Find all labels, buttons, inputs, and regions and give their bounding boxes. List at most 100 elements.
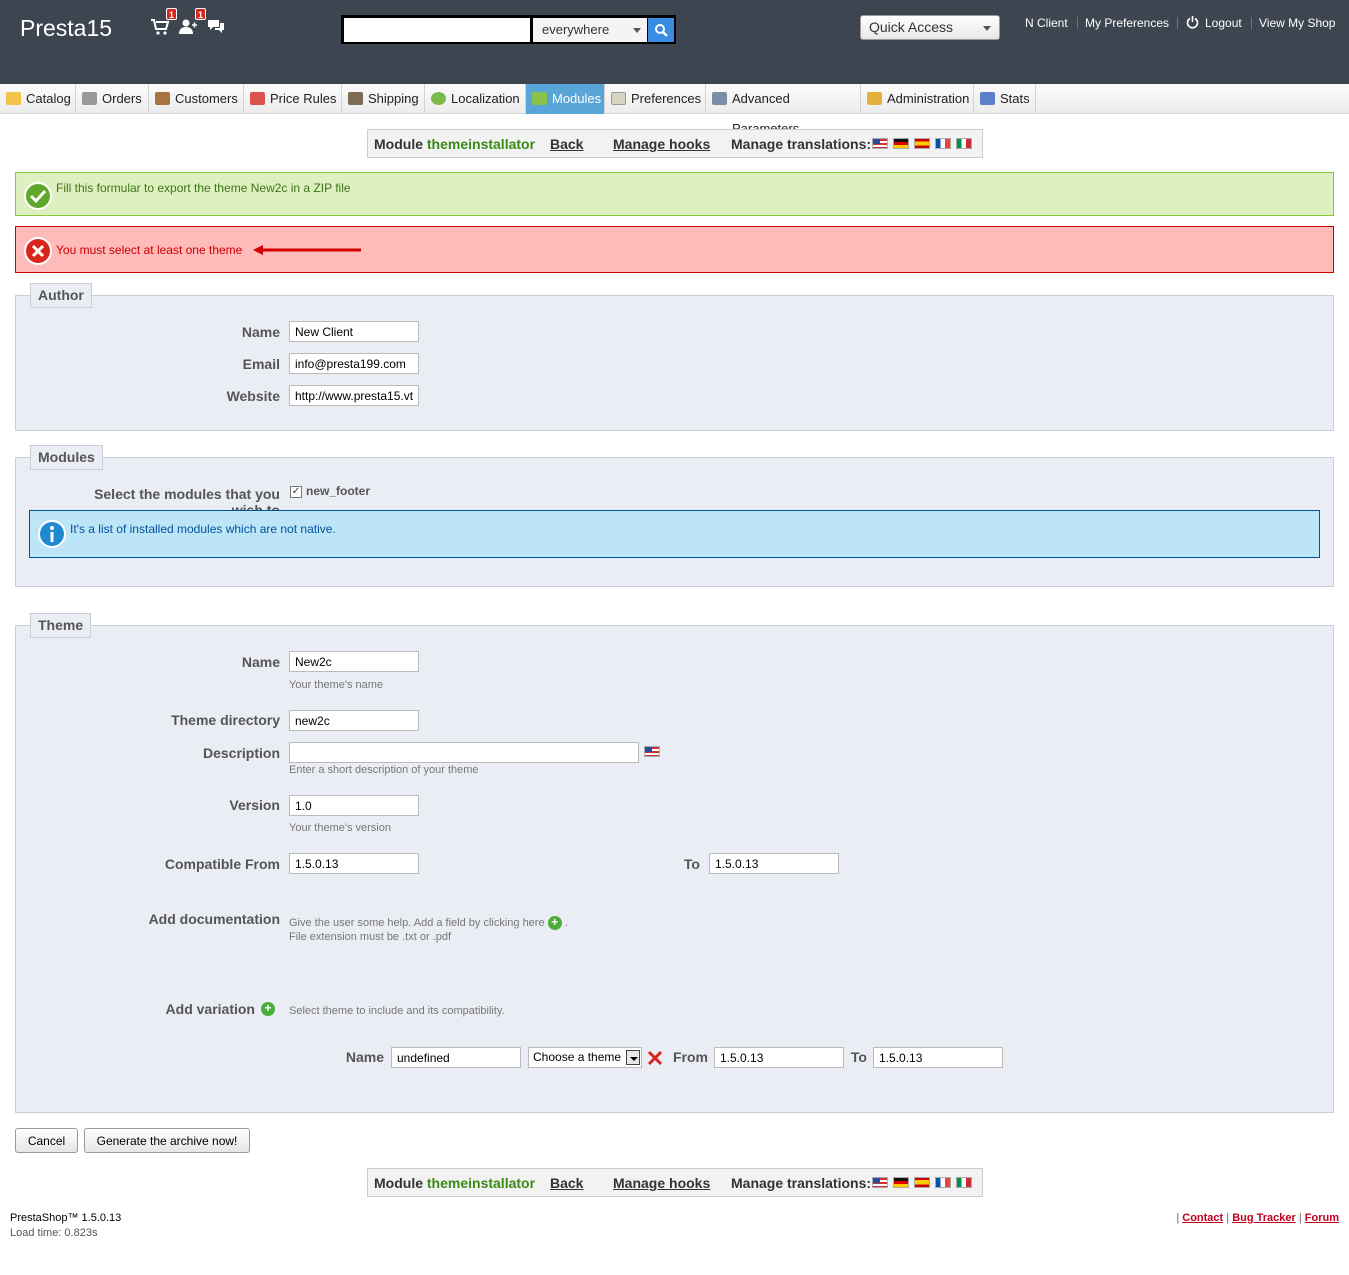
tab-advanced-parameters[interactable]: Advanced Parameters	[706, 84, 861, 136]
theme-description-hint: Enter a short description of your theme	[289, 764, 479, 776]
variation-name-label: Name	[345, 1049, 384, 1065]
back-link[interactable]: Back	[550, 1175, 583, 1191]
flag-it-icon[interactable]	[956, 138, 972, 149]
author-legend: Author	[30, 283, 92, 308]
bug-tracker-link[interactable]: Bug Tracker	[1232, 1212, 1296, 1224]
power-icon[interactable]	[1186, 15, 1199, 29]
new-footer-checkbox[interactable]: ✓	[290, 486, 302, 498]
logout-link[interactable]: Logout	[1205, 16, 1242, 30]
tab-orders[interactable]: Orders	[76, 84, 149, 114]
tab-preferences[interactable]: Preferences	[605, 84, 706, 114]
flag-it-icon[interactable]	[956, 1177, 972, 1188]
arrow-left-icon	[253, 245, 361, 255]
documentation-hint-end: .	[564, 916, 568, 929]
add-documentation-icon[interactable]: +	[547, 916, 562, 930]
module-prefix: Module	[374, 1175, 423, 1191]
author-name-label: Name	[241, 324, 280, 340]
tab-label: Customers	[175, 91, 238, 106]
truck-icon	[348, 92, 363, 105]
cancel-button[interactable]: Cancel	[15, 1128, 78, 1153]
compat-from-input[interactable]	[289, 853, 419, 874]
variation-to-label: To	[850, 1049, 867, 1065]
tab-customers[interactable]: Customers	[149, 84, 244, 114]
theme-name-label: Name	[241, 654, 280, 670]
author-email-label: Email	[242, 356, 280, 372]
confirmation-text: Fill this formular to export the theme N…	[56, 181, 351, 195]
header-bar: Presta15 1 1 everywhere Quick Access N C…	[0, 0, 1349, 84]
footer-load-time: Load time: 0.823s	[10, 1227, 98, 1239]
tab-label: Stats	[1000, 91, 1030, 106]
tab-catalog[interactable]: Catalog	[0, 84, 76, 114]
quick-access-select[interactable]: Quick Access	[860, 15, 1000, 40]
new-footer-label: new_footer	[306, 484, 371, 498]
search-button[interactable]	[648, 18, 674, 42]
manage-hooks-link[interactable]: Manage hooks	[613, 1175, 710, 1191]
documentation-extension-hint: File extension must be .txt or .pdf	[289, 931, 452, 943]
preferences-icon	[611, 92, 626, 105]
flag-fr-icon[interactable]	[935, 138, 951, 149]
theme-directory-input[interactable]	[289, 710, 419, 731]
cart-icon[interactable]	[150, 18, 170, 36]
messages-icon[interactable]	[206, 18, 226, 36]
confirmation-message: Fill this formular to export the theme N…	[15, 172, 1334, 216]
manage-hooks-link[interactable]: Manage hooks	[613, 136, 710, 152]
tab-localization[interactable]: Localization	[425, 84, 526, 114]
add-variation-icon[interactable]: +	[261, 1002, 275, 1016]
contact-link[interactable]: Contact	[1182, 1212, 1223, 1224]
author-website-label: Website	[226, 388, 280, 404]
tab-shipping[interactable]: Shipping	[342, 84, 425, 114]
footer-version: PrestaShop™ 1.5.0.13	[10, 1212, 122, 1224]
search-scope-value: everywhere	[542, 22, 610, 37]
variation-name-input[interactable]	[391, 1047, 521, 1068]
forum-link[interactable]: Forum	[1305, 1212, 1339, 1224]
compat-to-input[interactable]	[709, 853, 839, 874]
tab-stats[interactable]: Stats	[974, 84, 1036, 114]
back-link[interactable]: Back	[550, 136, 583, 152]
flag-de-icon[interactable]	[893, 138, 909, 149]
employee-name-link[interactable]: N Client	[1025, 16, 1068, 30]
flag-fr-icon[interactable]	[935, 1177, 951, 1188]
key-icon	[867, 92, 882, 105]
author-fieldset: Author Name Email Website	[15, 283, 1334, 431]
variation-to-input[interactable]	[873, 1047, 1003, 1068]
flag-es-icon[interactable]	[914, 1177, 930, 1188]
generate-archive-button[interactable]: Generate the archive now!	[84, 1128, 250, 1153]
tab-administration[interactable]: Administration	[861, 84, 974, 114]
tab-price-rules[interactable]: Price Rules	[244, 84, 342, 114]
theme-version-input[interactable]	[289, 795, 419, 816]
shop-name[interactable]: Presta15	[20, 15, 112, 42]
theme-version-hint: Your theme's version	[289, 822, 391, 834]
error-message: You must select at least one theme	[15, 226, 1334, 273]
author-name-input[interactable]	[289, 321, 419, 342]
theme-name-input[interactable]	[289, 651, 419, 672]
flag-es-icon[interactable]	[914, 138, 930, 149]
tab-label: Price Rules	[270, 91, 337, 106]
theme-fieldset: Theme Name Your theme's name Theme direc…	[15, 613, 1334, 1113]
module-toolbar: Module themeinstallator Back Manage hook…	[367, 129, 983, 158]
chart-icon	[980, 92, 995, 105]
tab-modules[interactable]: Modules	[526, 84, 605, 114]
my-preferences-link[interactable]: My Preferences	[1085, 16, 1169, 30]
search-scope-select[interactable]: everywhere	[533, 18, 647, 42]
compat-from-label: Compatible From	[164, 856, 280, 872]
flag-en-icon[interactable]	[872, 138, 888, 149]
flag-de-icon[interactable]	[893, 1177, 909, 1188]
view-shop-link[interactable]: View My Shop	[1259, 16, 1335, 30]
module-prefix: Module	[374, 136, 423, 152]
customers-icon[interactable]	[178, 18, 198, 36]
theme-description-label: Description	[202, 745, 280, 761]
info-message: It's a list of installed modules which a…	[29, 510, 1320, 558]
tab-label: Preferences	[631, 91, 702, 106]
author-email-input[interactable]	[289, 353, 419, 374]
tab-label: Administration	[887, 91, 970, 106]
search-input[interactable]	[344, 18, 530, 42]
tab-label: Modules	[552, 91, 602, 106]
globe-icon	[431, 92, 446, 105]
theme-directory-label: Theme directory	[171, 712, 280, 728]
flag-en-icon[interactable]	[872, 1177, 888, 1188]
header-divider	[1077, 17, 1078, 29]
flag-en-icon[interactable]	[644, 746, 660, 757]
author-website-input[interactable]	[289, 385, 419, 406]
customer-icon	[155, 92, 170, 105]
theme-description-input[interactable]	[289, 742, 639, 763]
